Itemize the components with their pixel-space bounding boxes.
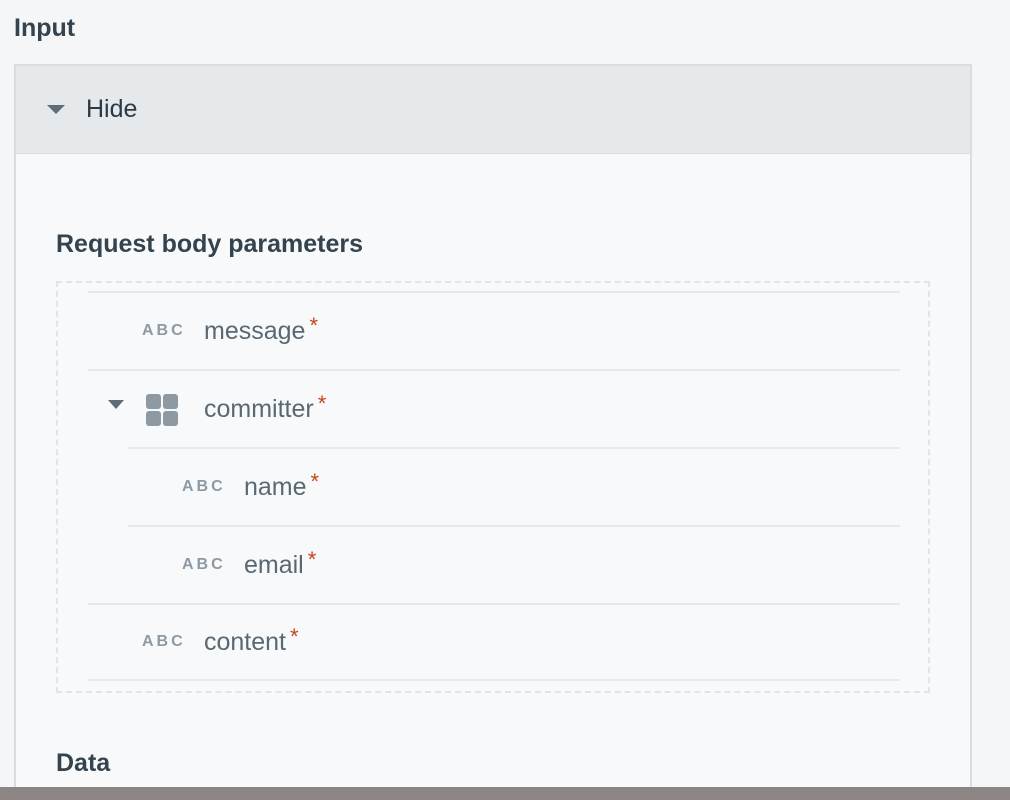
param-name: email *	[244, 546, 317, 579]
required-mark: *	[310, 468, 320, 494]
input-panel: Hide Request body parameters ABC message…	[14, 64, 972, 794]
background-strip	[0, 787, 1010, 800]
text-type-icon: ABC	[182, 556, 226, 573]
required-mark: *	[290, 623, 299, 649]
param-row-email[interactable]: ABC email *	[128, 525, 900, 603]
param-row-content[interactable]: ABC content *	[88, 603, 900, 681]
input-section-title: Input	[14, 14, 76, 42]
text-type-icon: ABC	[142, 633, 186, 650]
required-mark: *	[309, 312, 319, 338]
hide-toggle-label: Hide	[86, 95, 138, 123]
param-name: name *	[244, 468, 320, 501]
required-mark: *	[307, 546, 317, 572]
param-row-committer[interactable]: committer *	[88, 369, 900, 447]
caret-down-icon	[47, 105, 65, 114]
expand-toggle[interactable]	[108, 400, 124, 427]
param-name: committer *	[204, 390, 327, 423]
param-row-message[interactable]: ABC message *	[88, 291, 900, 369]
param-name: message *	[204, 312, 319, 345]
hide-toggle[interactable]: Hide	[16, 66, 970, 154]
params-box: ABC message * committer * ABC name * ABC em…	[56, 281, 930, 693]
text-type-icon: ABC	[182, 478, 226, 495]
data-section-title: Data	[56, 749, 111, 777]
caret-down-icon	[108, 400, 124, 426]
text-type-icon: ABC	[142, 322, 186, 339]
param-name: content *	[204, 623, 299, 656]
required-mark: *	[317, 390, 327, 416]
object-grid-icon	[146, 394, 178, 426]
request-body-title: Request body parameters	[56, 230, 364, 258]
param-row-name[interactable]: ABC name *	[128, 447, 900, 525]
